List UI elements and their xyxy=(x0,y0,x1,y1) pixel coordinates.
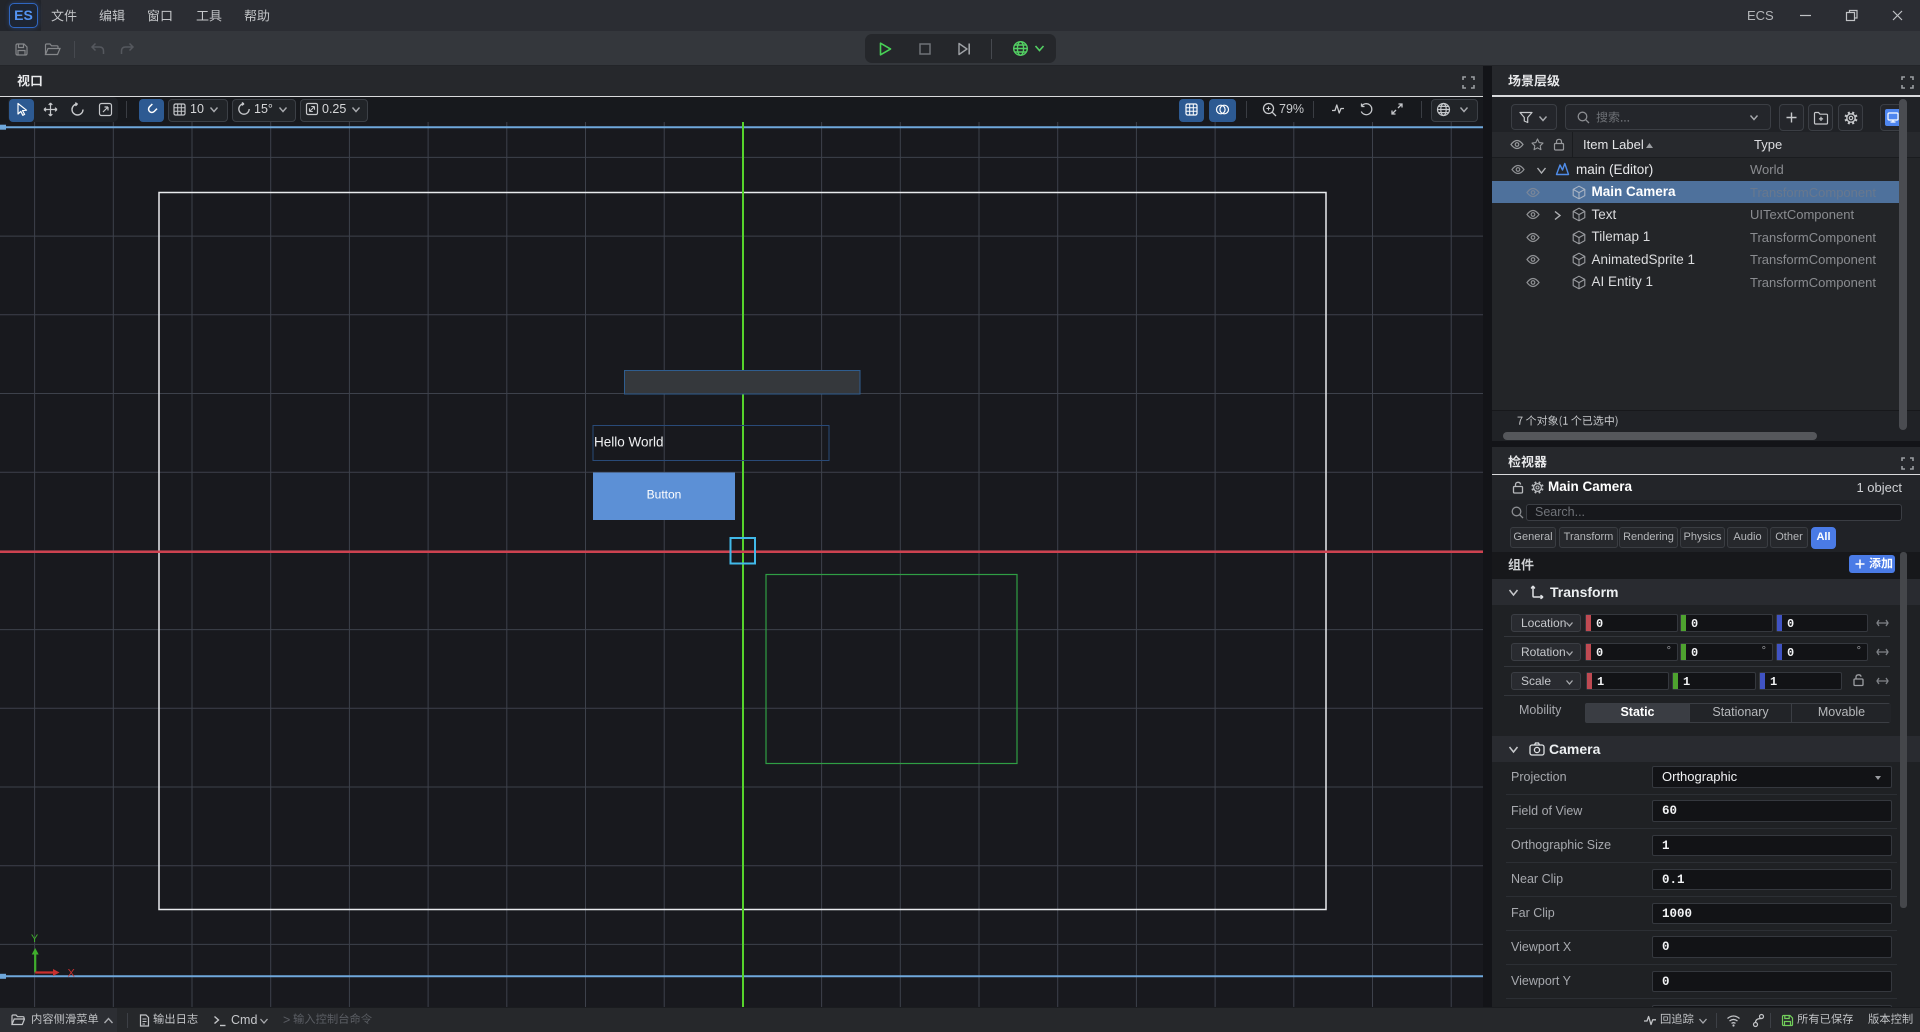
svg-text:Y: Y xyxy=(31,933,39,945)
svg-text:Button: Button xyxy=(647,488,682,502)
svg-text:X: X xyxy=(68,968,76,980)
svg-text:Hello World: Hello World xyxy=(594,435,664,450)
